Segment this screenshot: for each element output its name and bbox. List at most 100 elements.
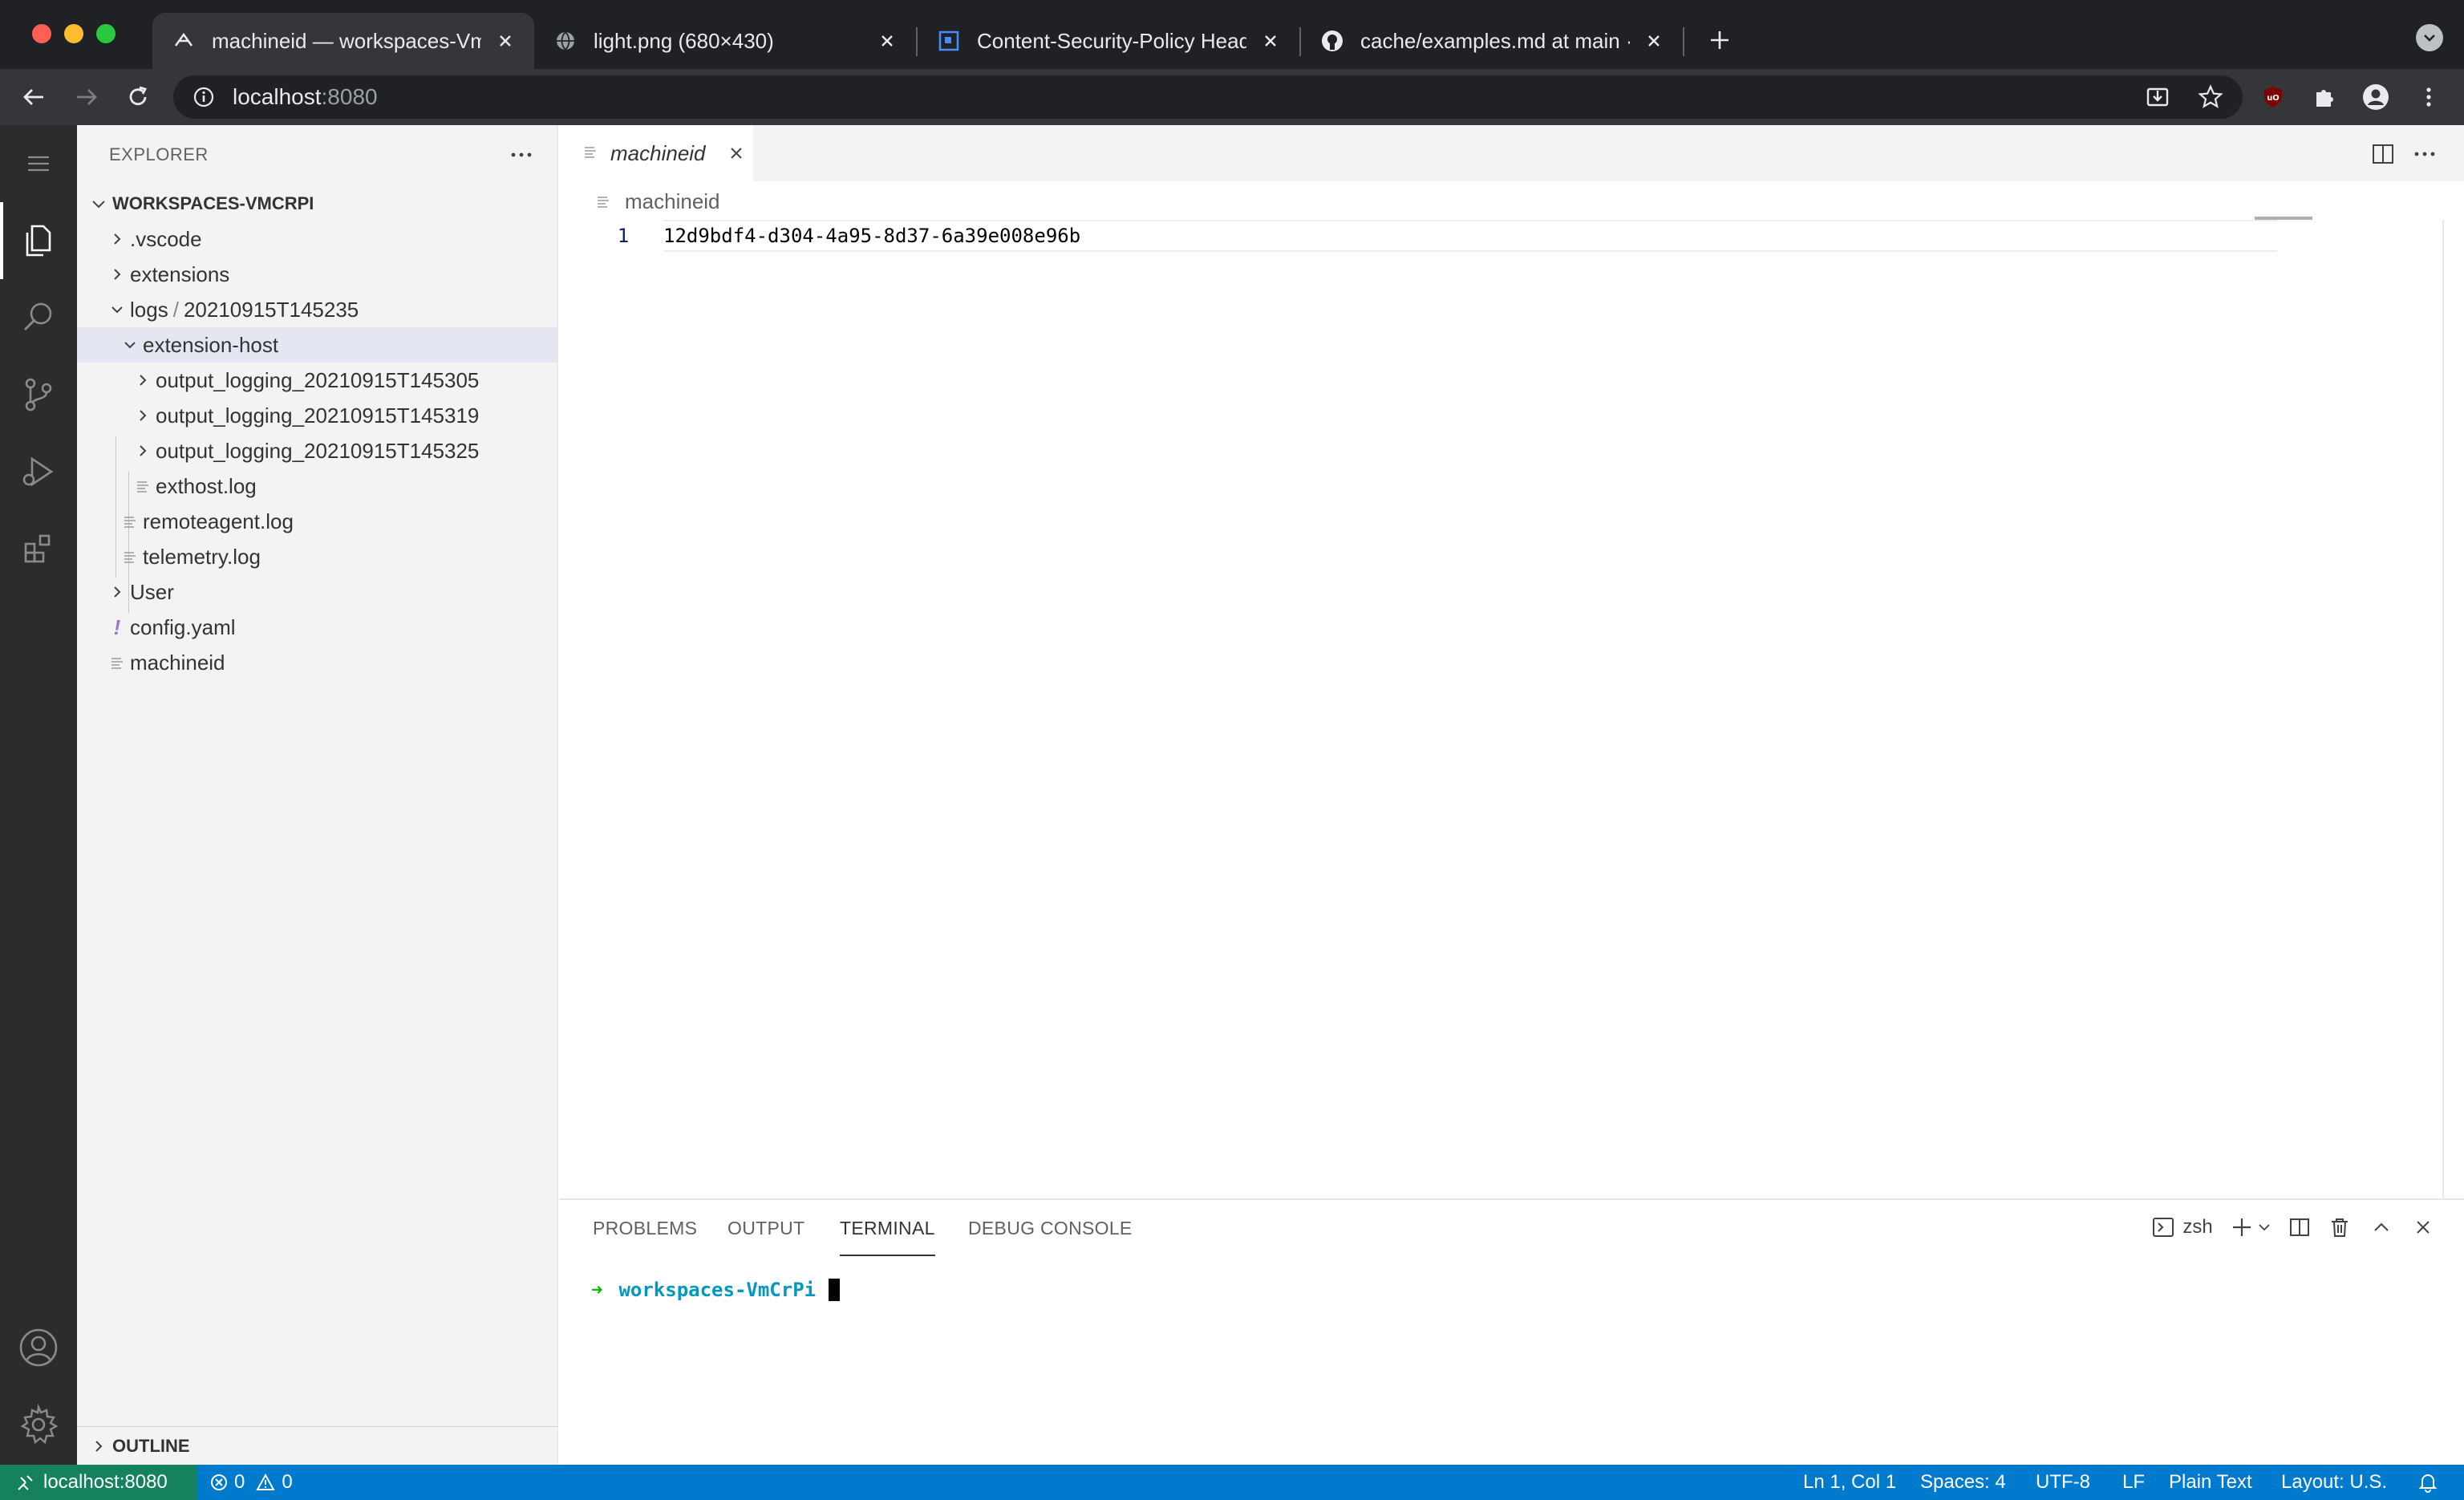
tree-folder-user[interactable]: User bbox=[77, 574, 558, 610]
tree-folder-logs[interactable]: logs / 20210915T145235 bbox=[77, 292, 558, 327]
reload-button[interactable] bbox=[124, 83, 152, 111]
extensions-button[interactable] bbox=[2310, 83, 2339, 111]
tree-file-machineid[interactable]: machineid bbox=[77, 645, 558, 680]
language-mode[interactable]: Plain Text bbox=[2169, 1465, 2252, 1500]
browser-menu-button[interactable] bbox=[2414, 83, 2443, 111]
accounts-button[interactable] bbox=[0, 1309, 77, 1386]
tree-file-remoteagent-log[interactable]: remoteagent.log bbox=[77, 504, 558, 539]
terminal-shell-selector[interactable]: zsh bbox=[2149, 1213, 2216, 1242]
forward-button[interactable] bbox=[72, 83, 101, 111]
split-editor-icon bbox=[2373, 144, 2393, 164]
tree-file-config-yaml[interactable]: ! config.yaml bbox=[77, 610, 558, 645]
run-debug-view-button[interactable] bbox=[0, 433, 77, 510]
minimap[interactable] bbox=[2255, 217, 2312, 220]
manage-button[interactable] bbox=[0, 1386, 77, 1463]
shell-name: zsh bbox=[2182, 1216, 2213, 1238]
browser-tab-light-png[interactable]: light.png (680×430) bbox=[534, 13, 916, 69]
tab-terminal[interactable]: TERMINAL bbox=[840, 1200, 935, 1256]
eol-setting[interactable]: LF bbox=[2122, 1465, 2145, 1500]
extensions-view-button[interactable] bbox=[0, 510, 77, 587]
address-bar[interactable]: localhost:8080 bbox=[173, 75, 2243, 119]
explorer-more-actions-button[interactable] bbox=[505, 143, 537, 167]
editor-more-actions-button[interactable] bbox=[2410, 140, 2439, 168]
chevron-right-icon bbox=[130, 363, 156, 398]
tab-title: Content-Security-Policy Heade bbox=[977, 28, 1246, 53]
tab-search-button[interactable] bbox=[2416, 24, 2443, 51]
terminal-profiles-dropdown[interactable] bbox=[2255, 1213, 2274, 1242]
star-icon bbox=[2198, 84, 2223, 108]
workspace-section-header[interactable]: WORKSPACES-VMCRPI bbox=[77, 186, 558, 221]
split-editor-button[interactable] bbox=[2369, 140, 2397, 168]
tab-output[interactable]: OUTPUT bbox=[727, 1200, 804, 1256]
info-icon[interactable] bbox=[192, 86, 215, 108]
bookmark-button[interactable] bbox=[2196, 83, 2225, 111]
tab-debug-console[interactable]: DEBUG CONSOLE bbox=[968, 1200, 1133, 1256]
close-tab-icon[interactable] bbox=[874, 28, 900, 54]
close-panel-button[interactable] bbox=[2409, 1213, 2438, 1242]
close-tab-icon[interactable] bbox=[1641, 28, 1667, 54]
outline-section-header[interactable]: OUTLINE bbox=[77, 1426, 558, 1465]
text-file-icon bbox=[583, 144, 602, 163]
tree-folder-output-logging-2[interactable]: output_logging_20210915T145319 bbox=[77, 398, 558, 433]
keyboard-layout[interactable]: Layout: U.S. bbox=[2281, 1465, 2387, 1500]
tab-title: cache/examples.md at main · a bbox=[1360, 28, 1630, 53]
maximize-panel-button[interactable] bbox=[2367, 1213, 2396, 1242]
source-control-view-button[interactable] bbox=[0, 356, 77, 433]
text-file-icon bbox=[104, 645, 130, 680]
tab-problems[interactable]: PROBLEMS bbox=[593, 1200, 697, 1256]
tree-file-telemetry-log[interactable]: telemetry.log bbox=[77, 539, 558, 574]
browser-tab-csp[interactable]: Content-Security-Policy Heade bbox=[918, 13, 1299, 69]
close-tab-icon[interactable] bbox=[1258, 28, 1283, 54]
breadcrumb[interactable]: machineid bbox=[596, 189, 720, 214]
zoom-window-button[interactable] bbox=[96, 24, 116, 43]
editor-line-content[interactable]: 12d9bdf4-d304-4a95-8d37-6a39e008e96b bbox=[663, 221, 1080, 250]
indentation-setting[interactable]: Spaces: 4 bbox=[1920, 1465, 2006, 1500]
terminal-prompt[interactable]: ➜ workspaces-VmCrPi bbox=[591, 1279, 841, 1301]
chevron-down-icon bbox=[2259, 1224, 2270, 1231]
tree-item-label: extensions bbox=[130, 261, 230, 286]
back-button[interactable] bbox=[19, 83, 48, 111]
chevron-right-icon bbox=[104, 574, 130, 610]
browser-tab-machineid[interactable]: machineid — workspaces-VmC bbox=[152, 13, 534, 69]
encoding-setting[interactable]: UTF-8 bbox=[2036, 1465, 2090, 1500]
tree-folder-extension-host[interactable]: extension-host bbox=[77, 327, 558, 363]
remote-indicator[interactable]: localhost:8080 bbox=[0, 1465, 197, 1500]
editor-scrollbar-track[interactable] bbox=[2442, 220, 2444, 1322]
application-menu-button[interactable] bbox=[0, 125, 77, 202]
tree-folder-extensions[interactable]: extensions bbox=[77, 257, 558, 292]
search-view-button[interactable] bbox=[0, 279, 77, 356]
source-control-icon bbox=[25, 378, 52, 411]
remote-icon bbox=[18, 1475, 33, 1490]
url-host: localhost bbox=[233, 84, 322, 109]
trash-icon bbox=[2332, 1218, 2348, 1237]
kill-terminal-button[interactable] bbox=[2325, 1213, 2354, 1242]
minimize-window-button[interactable] bbox=[64, 24, 83, 43]
notifications-button[interactable] bbox=[2417, 1465, 2438, 1500]
close-editor-icon[interactable] bbox=[723, 140, 749, 166]
new-tab-button[interactable] bbox=[1704, 24, 1736, 56]
problems-indicator[interactable]: 0 0 bbox=[210, 1465, 293, 1500]
arrow-right-icon bbox=[77, 89, 97, 105]
ellipsis-icon bbox=[2414, 152, 2435, 156]
new-terminal-button[interactable] bbox=[2227, 1213, 2256, 1242]
split-terminal-button[interactable] bbox=[2285, 1213, 2314, 1242]
install-app-button[interactable] bbox=[2143, 83, 2172, 111]
tree-folder-output-logging-3[interactable]: output_logging_20210915T145325 bbox=[77, 433, 558, 468]
gear-icon bbox=[20, 1404, 59, 1445]
editor-tab-label: machineid bbox=[610, 140, 706, 165]
browser-tab-github[interactable]: cache/examples.md at main · a bbox=[1301, 13, 1683, 69]
close-window-button[interactable] bbox=[32, 24, 51, 43]
tree-folder-output-logging-1[interactable]: output_logging_20210915T145305 bbox=[77, 363, 558, 398]
editor-tab-machineid[interactable]: machineid bbox=[559, 125, 753, 181]
explorer-view-button[interactable] bbox=[0, 202, 77, 279]
browser-toolbar: localhost:8080 uO bbox=[0, 69, 2464, 125]
tree-file-exthost-log[interactable]: exthost.log bbox=[77, 468, 558, 504]
chevron-up-icon bbox=[2374, 1222, 2389, 1231]
cursor-position[interactable]: Ln 1, Col 1 bbox=[1803, 1465, 1896, 1500]
split-terminal-icon bbox=[2290, 1218, 2309, 1236]
profile-button[interactable] bbox=[2361, 83, 2390, 111]
ublock-extension-button[interactable]: uO bbox=[2259, 83, 2288, 111]
close-tab-icon[interactable] bbox=[492, 28, 518, 54]
tree-folder-vscode[interactable]: .vscode bbox=[77, 221, 558, 257]
chevron-right-icon bbox=[104, 257, 130, 292]
